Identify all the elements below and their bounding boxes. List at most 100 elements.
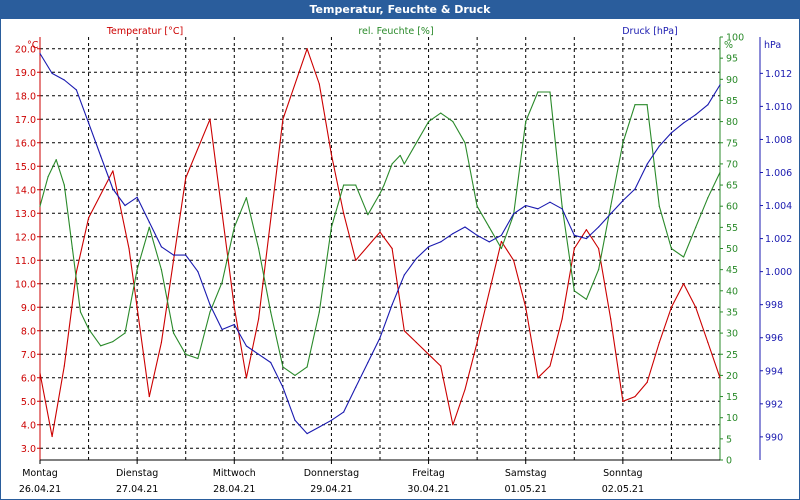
humidity-unit-label: % bbox=[724, 40, 733, 51]
humidity-data-point bbox=[71, 247, 73, 250]
temperature-data-point bbox=[87, 217, 90, 219]
temperature-data-point bbox=[63, 365, 65, 367]
pressure-tick-label: 1.008 bbox=[765, 135, 792, 146]
humidity-data-point bbox=[270, 311, 272, 313]
pressure-tick-label: 1.010 bbox=[765, 102, 792, 113]
pressure-tick-label: 998 bbox=[765, 300, 783, 311]
pressure-data-point bbox=[585, 237, 588, 240]
pressure-data-point bbox=[318, 426, 320, 428]
temperature-tick-label: 16.0 bbox=[15, 138, 36, 149]
humidity-tick-label: 0 bbox=[726, 456, 732, 467]
temperature-data-point bbox=[330, 153, 333, 156]
temperature-data-point bbox=[707, 341, 709, 344]
weather-chart: 20.019.018.017.016.015.014.013.012.011.0… bbox=[15, 26, 792, 495]
temperature-tick-label: 12.0 bbox=[15, 232, 36, 243]
x-tick-date-label: 27.04.21 bbox=[116, 484, 158, 495]
humidity-data-point bbox=[330, 226, 333, 228]
humidity-data-point bbox=[707, 197, 709, 199]
humidity-data-point bbox=[87, 328, 90, 330]
temperature-data-point bbox=[257, 318, 260, 320]
temperature-data-point bbox=[634, 395, 636, 398]
humidity-tick-label: 50 bbox=[726, 244, 738, 255]
pressure-data-point bbox=[597, 226, 600, 228]
pressure-data-point bbox=[403, 274, 405, 276]
pressure-tick-label: 990 bbox=[765, 432, 783, 443]
temperature-data-point bbox=[695, 306, 697, 308]
pressure-tick-label: 992 bbox=[765, 399, 783, 410]
humidity-tick-label: 40 bbox=[726, 286, 738, 297]
humidity-data-point bbox=[597, 269, 600, 271]
temperature-data-point bbox=[682, 283, 685, 285]
temperature-data-point bbox=[318, 83, 320, 85]
temperature-data-point bbox=[573, 247, 575, 250]
pressure-data-point bbox=[136, 196, 138, 198]
humidity-data-point bbox=[452, 121, 454, 123]
x-tick-date-label: 29.04.21 bbox=[310, 484, 352, 495]
pressure-data-point bbox=[488, 241, 490, 243]
humidity-data-point bbox=[63, 184, 65, 186]
pressure-data-point bbox=[282, 386, 284, 388]
humidity-data-point bbox=[55, 159, 57, 161]
humidity-tick-label: 95 bbox=[726, 54, 738, 65]
humidity-axis-title: rel. Feuchte [%] bbox=[358, 26, 433, 37]
temperature-data-point bbox=[610, 318, 612, 320]
humidity-tick-label: 70 bbox=[726, 159, 738, 170]
temperature-data-point bbox=[415, 341, 418, 344]
humidity-data-point bbox=[670, 247, 673, 250]
temperature-data-point bbox=[39, 372, 41, 374]
pressure-data-point bbox=[270, 361, 272, 364]
humidity-tick-label: 85 bbox=[726, 96, 738, 107]
x-tick-day-label: Freitag bbox=[412, 468, 445, 479]
pressure-data-point bbox=[670, 132, 673, 134]
humidity-data-point bbox=[355, 184, 357, 186]
humidity-data-point bbox=[695, 226, 697, 228]
pressure-data-point bbox=[512, 213, 515, 215]
humidity-tick-label: 20 bbox=[726, 371, 738, 382]
pressure-data-point bbox=[610, 213, 612, 215]
humidity-data-point bbox=[221, 281, 223, 283]
temperature-tick-label: 6.0 bbox=[21, 373, 36, 384]
temperature-tick-label: 13.0 bbox=[15, 209, 36, 220]
temperature-data-point bbox=[549, 365, 551, 367]
temperature-data-point bbox=[282, 118, 284, 120]
pressure-data-point bbox=[160, 246, 163, 248]
pressure-data-point bbox=[342, 411, 345, 413]
humidity-data-point bbox=[391, 163, 393, 165]
temperature-data-point bbox=[525, 306, 527, 308]
pressure-data-point bbox=[525, 204, 527, 207]
humidity-data-point bbox=[306, 366, 308, 368]
temperature-data-point bbox=[209, 118, 211, 120]
pressure-tick-label: 1.006 bbox=[765, 168, 792, 179]
humidity-data-point bbox=[537, 91, 539, 93]
pressure-data-point bbox=[87, 122, 90, 124]
temperature-data-point bbox=[136, 306, 138, 308]
pressure-data-point bbox=[148, 221, 150, 223]
humidity-data-point bbox=[257, 247, 260, 250]
humidity-tick-label: 65 bbox=[726, 181, 738, 192]
humidity-data-point bbox=[294, 374, 296, 376]
humidity-tick-label: 55 bbox=[726, 223, 738, 234]
humidity-tick-label: 35 bbox=[726, 307, 738, 318]
temperature-data-point bbox=[306, 48, 308, 50]
temperature-data-point bbox=[719, 377, 721, 379]
pressure-data-point bbox=[634, 188, 636, 190]
temperature-data-point bbox=[452, 424, 454, 426]
pressure-data-point bbox=[209, 304, 211, 306]
temperature-unit-label: °C bbox=[27, 40, 39, 51]
pressure-tick-label: 1.012 bbox=[765, 69, 792, 80]
pressure-data-point bbox=[100, 155, 102, 157]
pressure-axis-title: Druck [hPa] bbox=[622, 26, 678, 37]
temperature-data-point bbox=[51, 435, 53, 438]
humidity-data-point bbox=[610, 205, 612, 207]
pressure-data-point bbox=[197, 271, 199, 273]
temperature-tick-label: 14.0 bbox=[15, 185, 36, 196]
x-tick-day-label: Donnerstag bbox=[304, 468, 359, 479]
temperature-tick-label: 18.0 bbox=[15, 91, 36, 102]
temperature-tick-label: 3.0 bbox=[21, 444, 36, 455]
temperature-data-point bbox=[233, 306, 235, 308]
pressure-data-point bbox=[51, 72, 53, 74]
pressure-tick-label: 994 bbox=[765, 366, 783, 377]
temperature-data-point bbox=[658, 341, 660, 344]
humidity-data-point bbox=[525, 121, 527, 123]
humidity-data-point bbox=[561, 205, 563, 207]
